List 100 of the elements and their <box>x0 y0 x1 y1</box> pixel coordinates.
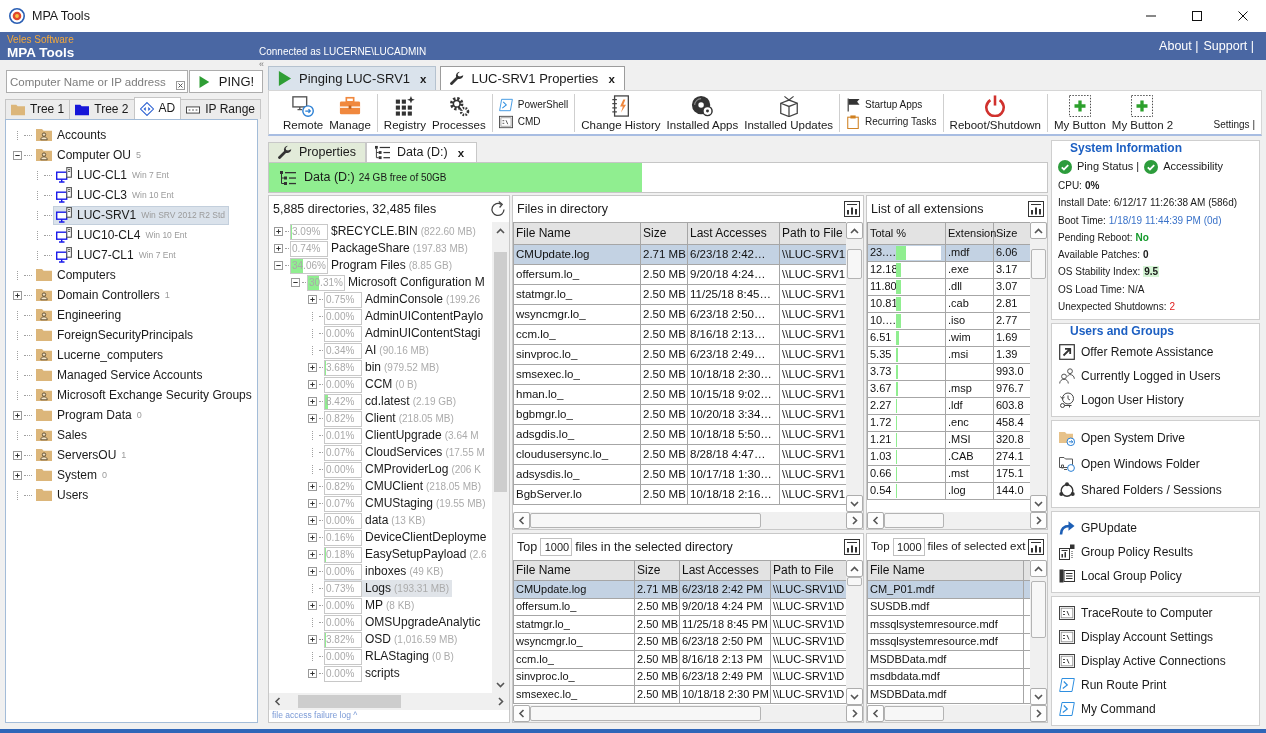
folder-item[interactable]: 0.00% scripts <box>324 665 403 682</box>
tab[interactable]: Properties <box>268 142 366 162</box>
horizontal-scrollbar[interactable] <box>513 512 863 529</box>
expand-icon[interactable] <box>274 244 283 253</box>
scroll-thumb[interactable] <box>494 252 507 493</box>
header-link[interactable]: About | <box>1159 38 1199 54</box>
folder-item[interactable]: 0.00% inboxes (49 KB) <box>324 563 447 580</box>
count-field[interactable]: 1000 <box>540 538 573 556</box>
tree-item[interactable]: Program Data 0 <box>33 405 146 425</box>
tree-item[interactable]: LUC10-CL4 Win 10 Ent <box>53 225 191 245</box>
toolbar-button[interactable]: Change History <box>579 94 663 132</box>
expand-icon[interactable] <box>308 380 317 389</box>
folder-item[interactable]: 0.75% AdminConsole (199.26 <box>324 291 483 308</box>
tree-item[interactable]: Sales <box>33 425 92 445</box>
table-row[interactable]: statmgr.lo_ 2.50 MB 11/25/18 8:45… \\LUC-SRV1 <box>513 284 847 305</box>
action-link[interactable]: Offer Remote Assistance <box>1058 340 1215 365</box>
tree-item[interactable]: Computer OU 5 <box>33 145 146 165</box>
toolbar-button[interactable]: PowerShell <box>498 97 569 112</box>
scroll-thumb[interactable] <box>847 577 862 586</box>
collapse-icon[interactable] <box>291 278 300 287</box>
refresh-icon[interactable] <box>490 201 506 217</box>
expand-icon[interactable] <box>308 567 317 576</box>
expand-icon[interactable] <box>13 410 22 420</box>
horizontal-scrollbar[interactable] <box>867 512 1047 529</box>
vertical-scrollbar[interactable] <box>846 222 863 512</box>
expand-icon[interactable] <box>13 470 22 480</box>
folder-item[interactable]: 0.00% AdminUIContentPaylo <box>324 308 487 325</box>
scroll-down-icon[interactable] <box>846 688 863 705</box>
scroll-thumb[interactable] <box>298 695 402 708</box>
table-row[interactable]: ccm.lo_ 2.50 MB 8/16/18 2:13… \\LUC-SRV1 <box>513 324 847 345</box>
toolbar-button[interactable]: Manage <box>327 94 373 132</box>
table-row[interactable]: offersum.lo_ 2.50 MB 9/20/18 4:24… \\LUC-SRV1 <box>513 264 847 285</box>
action-link[interactable]: Currently Logged in Users <box>1058 364 1222 389</box>
scroll-thumb[interactable] <box>884 513 944 528</box>
settings-link[interactable]: Settings | <box>1213 119 1261 134</box>
action-link[interactable]: GPUpdate <box>1058 516 1139 541</box>
action-link[interactable]: Group Policy Results <box>1058 540 1195 565</box>
column-header[interactable]: File Name <box>513 560 635 581</box>
column-header[interactable]: File Name <box>513 222 641 245</box>
folder-item[interactable]: 0.01% ClientUpgrade (3.64 M <box>324 427 482 444</box>
expand-icon[interactable] <box>308 397 317 406</box>
scroll-thumb[interactable] <box>884 706 944 721</box>
tree-item[interactable]: LUC-CL1 Win 7 Ent <box>53 165 173 185</box>
toolbar-button[interactable]: Remote <box>281 94 326 132</box>
scroll-right-icon[interactable] <box>846 512 863 529</box>
folder-item[interactable]: 0.00% CCM (0 B) <box>324 376 420 393</box>
action-link[interactable]: Open Windows Folder <box>1058 451 1201 478</box>
collapse-icon[interactable] <box>274 261 283 270</box>
vertical-scrollbar[interactable] <box>1030 222 1047 512</box>
close-tab-button[interactable]: x <box>454 145 468 160</box>
folder-item[interactable]: 0.82% CMUClient (218.05 MB) <box>324 478 485 495</box>
expand-icon[interactable] <box>308 550 317 559</box>
action-link[interactable]: Shared Folders / Sessions <box>1058 477 1223 504</box>
table-row[interactable]: hman.lo_ 2.50 MB 10/15/18 9:02… \\LUC-SRV1 <box>513 384 847 405</box>
collapse-toggle[interactable]: « <box>259 60 266 70</box>
folder-item[interactable]: 3.09% $RECYCLE.BIN (822.60 MB) <box>290 223 479 240</box>
expand-icon[interactable] <box>308 482 317 491</box>
scroll-left-icon[interactable] <box>513 512 530 529</box>
expand-icon[interactable] <box>308 363 317 372</box>
column-header[interactable]: Size <box>634 560 680 581</box>
tree-item[interactable]: Engineering <box>33 305 126 325</box>
report-icon[interactable] <box>844 201 860 217</box>
toolbar-button[interactable]: Reboot/Shutdown <box>947 94 1043 132</box>
close-tab-button[interactable]: x <box>605 71 618 86</box>
folder-item[interactable]: 0.73% Logs (193.31 MB) <box>324 580 453 597</box>
report-icon[interactable] <box>1028 201 1044 217</box>
vertical-scrollbar[interactable] <box>846 560 863 705</box>
scroll-down-icon[interactable] <box>1030 495 1047 512</box>
tree-item[interactable]: Microsoft Exchange Security Groups <box>33 385 256 405</box>
tree-tab[interactable]: IP Range <box>180 99 261 119</box>
table-row[interactable]: bgbmgr.lo_ 2.50 MB 10/20/18 3:34… \\LUC-SRV1 <box>513 404 847 425</box>
toolbar-button[interactable]: Installed Apps <box>664 94 741 132</box>
scroll-down-icon[interactable] <box>846 495 863 512</box>
column-header[interactable]: File Name <box>867 560 1024 581</box>
tab[interactable]: Pinging LUC-SRV1 x <box>268 66 437 90</box>
action-link[interactable]: TraceRoute to Computer <box>1058 601 1214 626</box>
scroll-up-icon[interactable] <box>846 222 863 239</box>
action-link[interactable]: Local Group Policy <box>1058 564 1183 589</box>
action-link[interactable]: Run Route Print <box>1058 673 1168 698</box>
tree-item[interactable]: LUC-SRV1 Win SRV 2012 R2 Std <box>53 205 230 225</box>
action-link[interactable]: Display Account Settings <box>1058 625 1215 650</box>
folder-item[interactable]: 0.00% AdminUIContentStagi <box>324 325 484 342</box>
scroll-left-icon[interactable] <box>867 705 884 722</box>
tree-item[interactable]: Managed Service Accounts <box>33 365 207 385</box>
toolbar-button[interactable]: My Button 2 <box>1109 94 1176 132</box>
tab[interactable]: LUC-SRV1 Properties x <box>440 66 625 90</box>
expand-icon[interactable] <box>308 533 317 542</box>
toolbar-button[interactable]: Registry <box>381 94 429 132</box>
scroll-right-icon[interactable] <box>846 705 863 722</box>
folder-item[interactable]: 0.00% MP (8 KB) <box>324 597 418 614</box>
folder-item[interactable]: 0.00% RLAStaging (0 B) <box>324 648 457 665</box>
header-link[interactable]: Support | <box>1203 38 1254 54</box>
scroll-right-icon[interactable] <box>1030 705 1047 722</box>
column-header[interactable]: Path to File <box>779 222 847 245</box>
folder-item[interactable]: 0.74% PackageShare (197.83 MB) <box>290 240 471 257</box>
folder-item[interactable]: 3.82% OSD (1,016.59 MB) <box>324 631 461 648</box>
table-row[interactable]: adsysdis.lo_ 2.50 MB 10/17/18 1:30… \\LUC-SRV1 <box>513 464 847 485</box>
close-tab-button[interactable]: x <box>417 71 430 86</box>
toolbar-button[interactable]: My Button <box>1052 94 1108 132</box>
scroll-thumb[interactable] <box>1031 249 1046 280</box>
